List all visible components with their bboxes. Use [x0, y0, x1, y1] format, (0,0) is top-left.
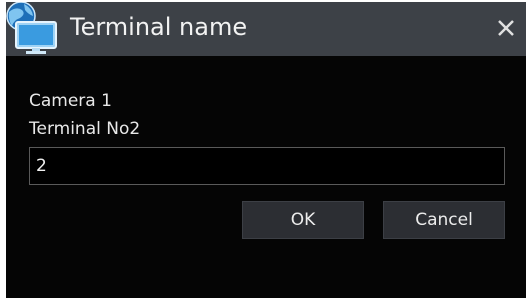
terminal-label: Terminal No2 — [29, 119, 141, 139]
ok-button[interactable]: OK — [242, 201, 364, 239]
cancel-button[interactable]: Cancel — [383, 201, 505, 239]
dialog-body: Camera 1 Terminal No2 OK Cancel — [6, 56, 526, 298]
camera-label: Camera 1 — [29, 91, 112, 111]
terminal-name-dialog: Terminal name Camera 1 Terminal No2 OK C… — [6, 2, 526, 298]
close-button[interactable] — [492, 13, 520, 43]
terminal-name-input[interactable] — [29, 147, 505, 185]
dialog-title: Terminal name — [70, 13, 248, 41]
title-bar[interactable]: Terminal name — [6, 2, 526, 56]
network-terminal-icon — [6, 2, 62, 54]
close-icon — [492, 13, 520, 43]
screenshot-frame: Terminal name Camera 1 Terminal No2 OK C… — [0, 0, 528, 300]
